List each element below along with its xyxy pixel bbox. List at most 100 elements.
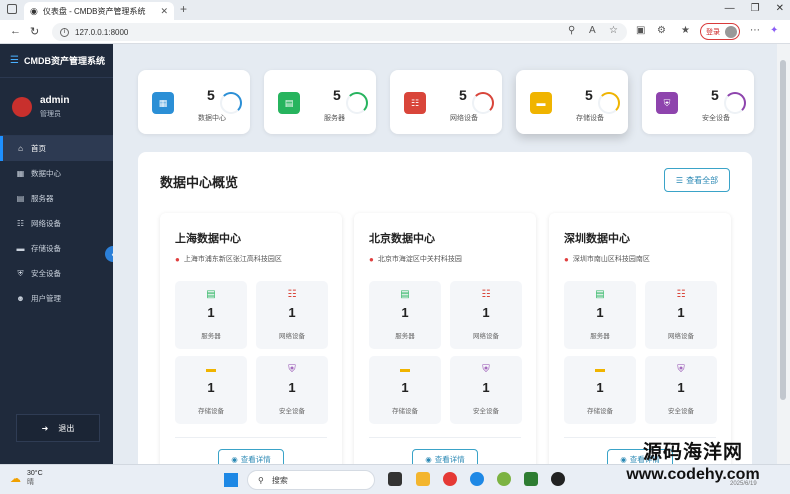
minimize-icon[interactable]: — (725, 3, 735, 14)
user-role: 管理员 (40, 110, 61, 118)
stat-label: 存储设备 (576, 115, 604, 122)
extensions-icon[interactable]: ⚙ (657, 25, 666, 36)
windows-start-icon[interactable] (224, 473, 238, 487)
sidebar-item-label: 安全设备 (31, 269, 61, 278)
maximize-icon[interactable]: ❐ (751, 3, 760, 14)
sidebar-item-security[interactable]: ⛨ 安全设备 (0, 261, 113, 286)
sidebar-toggle-icon[interactable] (7, 4, 17, 14)
progress-ring (472, 92, 494, 114)
datacenter-address: ● 深圳市南山区科技园南区 (564, 254, 650, 264)
sidebar-item-server[interactable]: ▤ 服务器 (0, 186, 113, 211)
read-aloud-icon[interactable]: A (589, 25, 596, 36)
zoom-icon[interactable]: ⚲ (568, 25, 575, 36)
weather-description: 晴 (27, 479, 34, 486)
info-icon[interactable]: i (60, 27, 69, 37)
shield-icon: ⛨ (482, 364, 490, 375)
favorites-icon[interactable]: ★ (681, 25, 690, 36)
tile-value: 1 (482, 305, 490, 320)
tile-label: 存储设备 (587, 408, 613, 415)
pycharm-icon[interactable] (524, 472, 538, 486)
edge-icon[interactable] (470, 472, 484, 486)
stat-value: 5 (585, 87, 593, 103)
address-text: 深圳市南山区科技园南区 (572, 256, 650, 263)
network-icon: ☷ (16, 219, 25, 228)
stat-card-datacenter[interactable]: ▦ 5 数据中心 (138, 70, 250, 134)
watermark: 源码海洋网 www.codehy.com (598, 437, 788, 484)
tile-servers: ▤ 1 服务器 (369, 281, 441, 349)
users-icon: ☻ (16, 294, 25, 303)
sidebar-item-network[interactable]: ☷ 网络设备 (0, 211, 113, 236)
refresh-icon[interactable]: ↻ (30, 25, 39, 38)
stat-card-security[interactable]: ⛨ 5 安全设备 (642, 70, 754, 134)
scroll-thumb[interactable] (780, 60, 786, 400)
stat-label: 安全设备 (702, 115, 730, 122)
back-icon[interactable]: ← (10, 25, 21, 37)
sidebar-item-storage[interactable]: ▬ 存储设备 (0, 236, 113, 261)
sidebar-item-home[interactable]: ⌂ 首页 (0, 136, 113, 161)
sidebar-item-users[interactable]: ☻ 用户管理 (0, 286, 113, 311)
tile-network: ☷ 1 网络设备 (645, 281, 717, 349)
copilot-icon[interactable]: ✦ (770, 25, 778, 36)
brand: ☰ CMDB资产管理系统 (0, 44, 113, 78)
view-all-button[interactable]: ☰ 查看全部 (664, 168, 730, 192)
network-icon: ☷ (481, 289, 491, 300)
sidebar-item-label: 网络设备 (31, 219, 61, 228)
tile-label: 服务器 (201, 333, 221, 340)
task-view-icon[interactable] (388, 472, 402, 486)
stat-card-server[interactable]: ▤ 5 服务器 (264, 70, 376, 134)
taskbar-search[interactable]: ⚲ 搜索 (247, 470, 375, 490)
shield-icon: ⛨ (677, 364, 685, 375)
file-explorer-icon[interactable] (416, 472, 430, 486)
storage-icon: ▬ (206, 364, 216, 375)
tile-servers: ▤ 1 服务器 (175, 281, 247, 349)
login-button[interactable]: 登录 (700, 23, 740, 40)
split-screen-icon[interactable]: ▣ (636, 25, 645, 36)
tile-label: 存储设备 (198, 408, 224, 415)
close-window-icon[interactable]: ✕ (776, 3, 784, 14)
datacenter-name: 深圳数据中心 (564, 233, 630, 245)
address-bar: ← ↻ i 127.0.0.1:8000 ⚲ A ☆ ▣ ⚙ ★ 登录 ⋯ ✦ (0, 20, 790, 44)
new-tab-icon[interactable]: + (180, 2, 187, 16)
logout-button[interactable]: ➜ 退出 (16, 414, 100, 442)
watermark-title: 源码海洋网 (642, 442, 743, 463)
network-icon: ☷ (287, 289, 297, 300)
login-label: 登录 (706, 28, 720, 36)
url-field[interactable]: i 127.0.0.1:8000 (52, 23, 627, 41)
tile-storage: ▬ 1 存储设备 (564, 356, 636, 424)
github-icon[interactable] (551, 472, 565, 486)
stat-card-storage[interactable]: ▬ 5 存储设备 (516, 70, 628, 134)
server-icon: ▤ (16, 194, 25, 203)
user-name: admin (40, 94, 70, 106)
tile-label: 存储设备 (392, 408, 418, 415)
sidebar-item-datacenter[interactable]: ▦ 数据中心 (0, 161, 113, 186)
eye-icon: ◉ (231, 454, 238, 464)
logout-icon: ➜ (41, 423, 49, 433)
favorite-star-icon[interactable]: ☆ (609, 25, 618, 36)
page-scrollbar[interactable] (777, 44, 790, 464)
app-icon[interactable] (497, 472, 511, 486)
globe-icon: ◉ (30, 5, 38, 16)
stat-value: 5 (333, 87, 341, 103)
tile-value: 1 (677, 380, 685, 395)
weather-widget[interactable]: ☁ 30°C 晴 (10, 470, 43, 487)
more-menu-icon[interactable]: ⋯ (750, 25, 760, 36)
stat-value: 5 (207, 87, 215, 103)
tile-storage: ▬ 1 存储设备 (369, 356, 441, 424)
chrome-icon[interactable] (443, 472, 457, 486)
tile-label: 服务器 (590, 333, 610, 340)
sidebar-item-label: 用户管理 (31, 294, 61, 303)
tile-label: 服务器 (395, 333, 415, 340)
server-icon: ▤ (278, 92, 300, 114)
close-tab-icon[interactable]: ✕ (160, 6, 168, 17)
weather-icon: ☁ (10, 473, 21, 485)
browser-tab[interactable]: ◉ 仪表盘 - CMDB资产管理系统 ✕ (24, 2, 174, 20)
home-icon: ⌂ (18, 144, 23, 153)
progress-ring (598, 92, 620, 114)
tile-network: ☷ 1 网络设备 (450, 281, 522, 349)
stat-card-network[interactable]: ☷ 5 网络设备 (390, 70, 502, 134)
view-details-button[interactable]: ◉ 查看详情 (218, 449, 284, 464)
tile-security: ⛨ 1 安全设备 (450, 356, 522, 424)
sidebar-item-label: 存储设备 (31, 244, 61, 253)
user-panel: admin 管理员 (0, 78, 113, 136)
view-details-button[interactable]: ◉ 查看详情 (412, 449, 478, 464)
